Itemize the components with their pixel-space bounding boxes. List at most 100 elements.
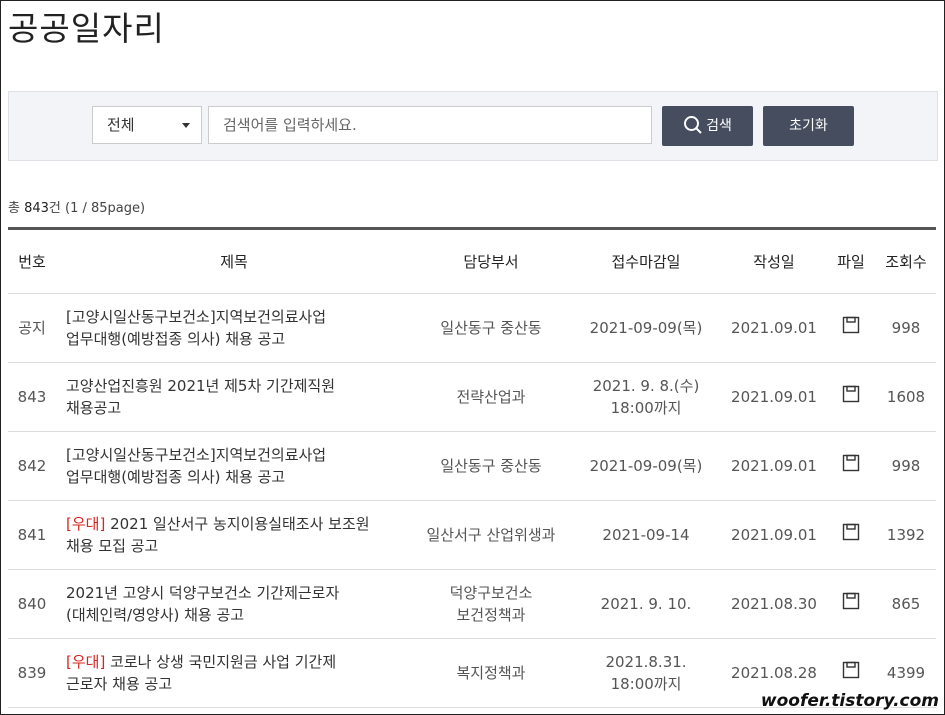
count-total: 843	[24, 201, 49, 216]
row-file[interactable]	[826, 500, 876, 570]
row-deadline: 2021-09-09(목)	[570, 431, 722, 501]
row-date: 2021.09.01	[722, 431, 826, 501]
job-table: 번호 제목 담당부서 접수마감일 작성일 파일 조회수 공지 [고양시일산동구보건…	[8, 227, 936, 708]
header-no: 번호	[8, 228, 56, 294]
search-input[interactable]: 검색어를 입력하세요.	[208, 106, 652, 144]
row-deadline: 2021-09-09(목)	[570, 293, 722, 363]
row-views: 998	[876, 293, 936, 363]
row-views: 865	[876, 569, 936, 639]
header-file: 파일	[826, 228, 876, 294]
row-title[interactable]: 고양산업진흥원 2021년 제5차 기간제직원채용공고	[56, 362, 412, 432]
search-icon	[684, 116, 702, 134]
row-date: 2021.09.01	[722, 362, 826, 432]
row-number: 공지	[8, 293, 56, 363]
row-deadline-line1: 2021. 9. 10.	[600, 595, 692, 613]
file-icon[interactable]	[842, 385, 860, 409]
row-date: 2021.09.01	[722, 500, 826, 570]
file-icon[interactable]	[842, 661, 860, 685]
row-title[interactable]: 2021년 고양시 덕양구보건소 기간제근로자 (대체인력/영양사) 채용 공고	[56, 569, 412, 639]
row-views: 1392	[876, 500, 936, 570]
row-date: 2021.09.01	[722, 293, 826, 363]
row-deadline-line2: 18:00까지	[610, 675, 682, 693]
table-row[interactable]: 840 2021년 고양시 덕양구보건소 기간제근로자 (대체인력/영양사) 채용 …	[8, 569, 936, 639]
row-title[interactable]: [고양시일산동구보건소]지역보건의료사업업무대행(예방접종 의사) 채용 공고	[56, 431, 412, 501]
header-title: 제목	[56, 228, 412, 294]
row-dept: 일산동구 중산동	[412, 431, 570, 501]
category-select[interactable]: 전체	[92, 106, 202, 144]
row-dept-line1: 복지정책과	[456, 664, 526, 682]
row-dept-line1: 전략산업과	[456, 388, 526, 406]
row-title-line2[interactable]: 채용공고	[66, 399, 121, 417]
row-number: 841	[8, 500, 56, 570]
row-views: 1608	[876, 362, 936, 432]
row-date: 2021.08.30	[722, 569, 826, 639]
row-deadline-line1: 2021.8.31.	[605, 653, 687, 671]
header-date: 작성일	[722, 228, 826, 294]
row-deadline-line1: 2021-09-09(목)	[589, 457, 703, 475]
row-deadline-line1: 2021-09-09(목)	[589, 319, 703, 337]
result-count: 총 843건 (1 / 85page)	[8, 197, 145, 216]
chevron-down-icon	[182, 123, 190, 128]
row-title[interactable]: [고양시일산동구보건소]지역보건의료사업업무대행(예방접종 의사) 채용 공고	[56, 293, 412, 363]
header-deadline: 접수마감일	[570, 228, 722, 294]
row-file[interactable]	[826, 431, 876, 501]
search-input-placeholder: 검색어를 입력하세요.	[223, 116, 357, 134]
table-row[interactable]: 공지 [고양시일산동구보건소]지역보건의료사업 업무대행(예방접종 의사) 채용 공…	[8, 293, 936, 363]
file-icon[interactable]	[842, 592, 860, 616]
preferred-tag: [우대]	[66, 653, 106, 671]
row-file[interactable]	[826, 362, 876, 432]
file-icon[interactable]	[842, 454, 860, 478]
table-row[interactable]: 842 [고양시일산동구보건소]지역보건의료사업 업무대행(예방접종 의사) 채용 …	[8, 431, 936, 501]
row-views: 998	[876, 431, 936, 501]
search-button-label: 검색	[706, 118, 732, 134]
row-deadline: 2021.8.31. 18:00까지	[570, 638, 722, 708]
file-icon[interactable]	[842, 316, 860, 340]
row-title-line2[interactable]: 업무대행(예방접종 의사) 채용 공고	[66, 468, 285, 486]
row-title-line1[interactable]: 코로나 상생 국민지원금 사업 기간제	[105, 653, 336, 671]
row-title-line1[interactable]: [고양시일산동구보건소]지역보건의료사업	[66, 308, 326, 326]
search-panel: 전체 검색어를 입력하세요. 검색 초기화	[8, 91, 938, 161]
count-suffix: 건 (1 / 85page)	[48, 201, 146, 216]
row-dept-line1: 덕양구보건소	[449, 584, 533, 602]
row-title[interactable]: [우대] 2021 일산서구 농지이용실태조사 보조원채용 모집 공고	[56, 500, 412, 570]
category-select-value: 전체	[107, 116, 135, 134]
row-title[interactable]: [우대] 코로나 상생 국민지원금 사업 기간제근로자 채용 공고	[56, 638, 412, 708]
row-dept: 덕양구보건소 보건정책과	[412, 569, 570, 639]
row-dept: 일산동구 중산동	[412, 293, 570, 363]
row-dept-line1: 일산동구 중산동	[440, 319, 542, 337]
row-number: 842	[8, 431, 56, 501]
reset-button[interactable]: 초기화	[763, 106, 854, 146]
page-title: 공공일자리	[8, 9, 165, 48]
search-button[interactable]: 검색	[662, 106, 753, 146]
row-number: 843	[8, 362, 56, 432]
file-icon[interactable]	[842, 523, 860, 547]
row-title-line2[interactable]: 근로자 채용 공고	[66, 675, 172, 693]
row-deadline: 2021. 9. 10.	[570, 569, 722, 639]
row-dept-line1: 일산동구 중산동	[440, 457, 542, 475]
row-title-line1[interactable]: 2021 일산서구 농지이용실태조사 보조원	[105, 515, 369, 533]
row-title-line1[interactable]: 고양산업진흥원 2021년 제5차 기간제직원	[66, 377, 335, 395]
row-title-line1[interactable]: [고양시일산동구보건소]지역보건의료사업	[66, 446, 326, 464]
row-number: 840	[8, 569, 56, 639]
table-header-row: 번호 제목 담당부서 접수마감일 작성일 파일 조회수	[8, 228, 936, 294]
row-title-line1[interactable]: 2021년 고양시 덕양구보건소 기간제근로자	[66, 584, 339, 602]
row-deadline-line1: 2021-09-14	[602, 526, 690, 544]
preferred-tag: [우대]	[66, 515, 106, 533]
row-deadline: 2021. 9. 8.(수) 18:00까지	[570, 362, 722, 432]
table-row[interactable]: 843 고양산업진흥원 2021년 제5차 기간제직원 채용공고 전략산업과 2021.…	[8, 362, 936, 432]
row-deadline-line1: 2021. 9. 8.(수)	[592, 377, 700, 395]
row-file[interactable]	[826, 569, 876, 639]
table-row[interactable]: 841 [우대] 2021 일산서구 농지이용실태조사 보조원 채용 모집 공고 일산…	[8, 500, 936, 570]
row-title-line2[interactable]: 채용 모집 공고	[66, 537, 158, 555]
row-number: 839	[8, 638, 56, 708]
watermark: woofer.tistory.com	[760, 691, 939, 711]
count-prefix: 총	[8, 201, 25, 216]
row-dept-line1: 일산서구 산업위생과	[426, 526, 556, 544]
row-file[interactable]	[826, 293, 876, 363]
row-dept: 전략산업과	[412, 362, 570, 432]
row-title-line2[interactable]: (대체인력/영양사) 채용 공고	[66, 606, 244, 624]
row-title-line2[interactable]: 업무대행(예방접종 의사) 채용 공고	[66, 330, 285, 348]
row-dept: 복지정책과	[412, 638, 570, 708]
row-deadline: 2021-09-14	[570, 500, 722, 570]
reset-button-label: 초기화	[789, 118, 828, 134]
